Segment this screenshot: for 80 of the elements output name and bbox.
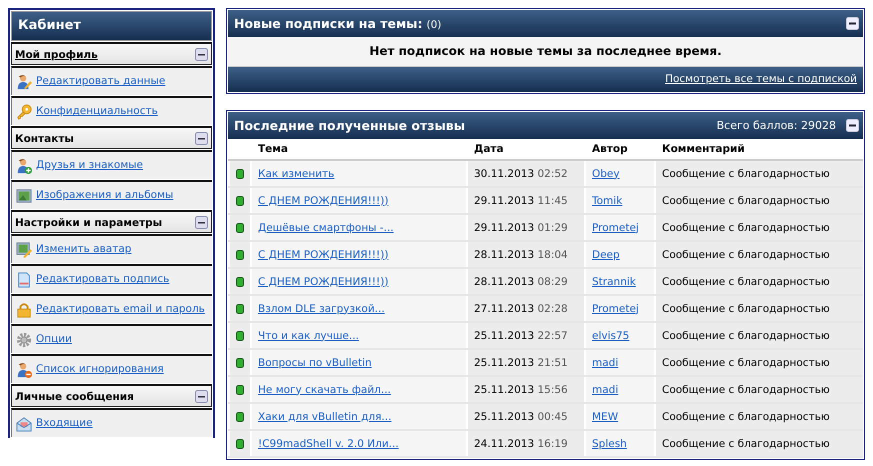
comment-text: Сообщение с благодарностью [662,302,830,314]
status-icon [236,358,244,368]
time-text: 11:45 [537,194,568,206]
date-text: 29.11.2013 [474,194,534,206]
status-icon [236,196,244,206]
view-all-link[interactable]: Посмотреть все темы с подпиской [665,73,857,85]
section-link[interactable]: Мой профиль [15,48,98,60]
document-icon [16,272,32,288]
comment-text: Сообщение с благодарностью [662,356,830,368]
gear-icon [16,332,32,348]
status-icon [236,276,244,286]
collapse-icon[interactable] [846,119,859,132]
section-title: Контакты [15,132,74,144]
time-text: 01:29 [537,222,568,234]
time-text: 02:52 [537,168,568,180]
date-text: 25.11.2013 [474,384,534,396]
status-icon [236,330,244,340]
status-icon [236,412,244,422]
author-link[interactable]: Tomik [592,194,622,206]
empty-message: Нет подписок на новые темы за последнее время. [228,37,863,67]
time-text: 21:51 [537,356,568,368]
subscription-count: (0) [426,19,442,31]
time-text: 16:19 [537,438,568,450]
person-add-icon [16,158,32,174]
status-icon [236,384,244,394]
sidebar-title: Кабинет [11,11,212,41]
date-text: 30.11.2013 [474,168,534,180]
image-pencil-icon [16,242,32,258]
time-text: 22:57 [537,330,568,342]
author-link[interactable]: MEW [592,410,618,422]
status-icon [236,438,244,448]
comment-text: Сообщение с благодарностью [662,222,830,234]
date-text: 24.11.2013 [474,438,534,450]
date-text: 28.11.2013 [474,276,534,288]
author-link[interactable]: madi [592,384,618,396]
topic-link[interactable]: Как изменить [258,168,334,180]
status-icon [236,222,244,232]
time-text: 18:04 [537,248,568,260]
section-title: Настройки и параметры [15,216,162,228]
comment-text: Сообщение с благодарностью [662,248,830,260]
points-total: Всего баллов: 29028 [716,119,836,132]
date-text: 25.11.2013 [474,410,534,422]
comment-text: Сообщение с благодарностью [662,438,830,450]
section-title: Личные сообщения [15,390,134,402]
person-pencil-icon [16,74,32,90]
person-block-icon [16,362,32,378]
panel-title: Последние полученные отзывы [234,118,466,133]
comment-text: Сообщение с благодарностью [662,410,830,422]
time-text: 00:45 [537,410,568,422]
status-icon [236,304,244,314]
status-icon [236,250,244,260]
time-text: 08:29 [537,276,568,288]
date-text: 25.11.2013 [474,356,534,368]
collapse-icon[interactable] [195,390,208,403]
sidebar-link[interactable]: Входящие [36,416,93,430]
comment-text: Сообщение с благодарностью [662,330,830,342]
collapse-icon[interactable] [195,132,208,145]
time-text: 02:28 [537,302,568,314]
key-icon [16,104,32,120]
collapse-icon[interactable] [195,48,208,61]
date-text: 29.11.2013 [474,222,534,234]
author-link[interactable]: Obey [592,168,620,180]
comment-text: Сообщение с благодарностью [662,384,830,396]
comment-text: Сообщение с благодарностью [662,194,830,206]
comment-text: Сообщение с благодарностью [662,168,830,180]
date-text: 28.11.2013 [474,248,534,260]
date-text: 25.11.2013 [474,330,534,342]
author-link[interactable]: madi [592,356,618,368]
collapse-icon[interactable] [846,17,859,30]
envelope-icon [16,416,32,432]
date-text: 27.11.2013 [474,302,534,314]
padlock-icon [16,302,32,318]
image-icon [16,188,32,204]
comment-text: Сообщение с благодарностью [662,276,830,288]
author-link[interactable]: Deep [592,248,620,260]
sidebar-link[interactable]: Опции [36,332,72,346]
status-icon [236,168,244,178]
collapse-icon[interactable] [195,216,208,229]
panel-title: Новые подписки на темы: [234,16,422,31]
time-text: 15:56 [537,384,568,396]
